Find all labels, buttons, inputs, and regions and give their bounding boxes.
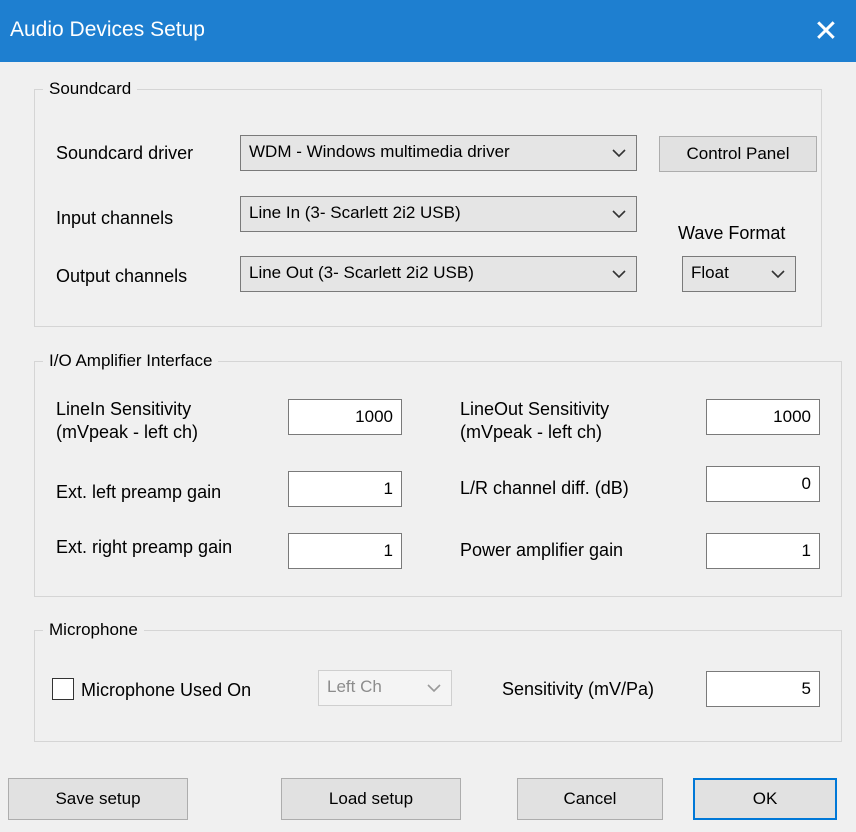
chevron-down-icon [608, 136, 630, 170]
ext-right-preamp-input[interactable]: 1 [288, 533, 402, 569]
chevron-down-icon [423, 671, 445, 705]
save-setup-button[interactable]: Save setup [8, 778, 188, 820]
ext-left-preamp-input[interactable]: 1 [288, 471, 402, 507]
soundcard-driver-value: WDM - Windows multimedia driver [249, 142, 510, 161]
chevron-down-icon [608, 257, 630, 291]
control-panel-button[interactable]: Control Panel [659, 136, 817, 172]
chevron-down-icon [767, 257, 789, 291]
lineout-sensitivity-label: LineOut Sensitivity [460, 399, 610, 419]
input-channels-select[interactable]: Line In (3- Scarlett 2i2 USB) [240, 196, 637, 232]
ext-right-preamp-label: Ext. right preamp gain [56, 537, 233, 557]
lr-channel-diff-input[interactable]: 0 [706, 466, 820, 502]
power-amplifier-gain-label: Power amplifier gain [460, 540, 624, 560]
soundcard-driver-label: Soundcard driver [56, 143, 194, 163]
input-channels-value: Line In (3- Scarlett 2i2 USB) [249, 203, 461, 222]
power-amplifier-gain-input[interactable]: 1 [706, 533, 820, 569]
wave-format-label: Wave Format [678, 223, 786, 243]
linein-sensitivity-label: LineIn Sensitivity [56, 399, 192, 419]
window-title: Audio Devices Setup [10, 18, 205, 41]
linein-sensitivity-input[interactable]: 1000 [288, 399, 402, 435]
microphone-sensitivity-input[interactable]: 5 [706, 671, 820, 707]
output-channels-value: Line Out (3- Scarlett 2i2 USB) [249, 263, 474, 282]
output-channels-label: Output channels [56, 266, 188, 286]
load-setup-button[interactable]: Load setup [281, 778, 461, 820]
ext-left-preamp-label: Ext. left preamp gain [56, 482, 222, 502]
wave-format-value: Float [691, 263, 729, 282]
microphone-used-checkbox[interactable] [52, 678, 74, 700]
microphone-channel-select[interactable]: Left Ch [318, 670, 452, 706]
microphone-legend: Microphone [43, 618, 144, 642]
soundcard-driver-select[interactable]: WDM - Windows multimedia driver [240, 135, 637, 171]
lr-channel-diff-label: L/R channel diff. (dB) [460, 478, 629, 498]
input-channels-label: Input channels [56, 208, 174, 228]
chevron-down-icon [608, 197, 630, 231]
microphone-used-label[interactable]: Microphone Used On [81, 679, 251, 701]
io-amplifier-legend: I/O Amplifier Interface [43, 349, 219, 373]
cancel-button[interactable]: Cancel [517, 778, 663, 820]
soundcard-legend: Soundcard [43, 77, 138, 101]
lineout-sensitivity-sublabel: (mVpeak - left ch) [460, 422, 603, 442]
close-icon[interactable]: ✕ [796, 0, 856, 62]
ok-button[interactable]: OK [693, 778, 837, 820]
microphone-channel-value: Left Ch [327, 677, 382, 696]
linein-sensitivity-sublabel: (mVpeak - left ch) [56, 422, 199, 442]
lineout-sensitivity-input[interactable]: 1000 [706, 399, 820, 435]
title-bar: Audio Devices Setup ✕ [0, 0, 856, 62]
wave-format-select[interactable]: Float [682, 256, 796, 292]
output-channels-select[interactable]: Line Out (3- Scarlett 2i2 USB) [240, 256, 637, 292]
microphone-sensitivity-label: Sensitivity (mV/Pa) [502, 679, 655, 699]
